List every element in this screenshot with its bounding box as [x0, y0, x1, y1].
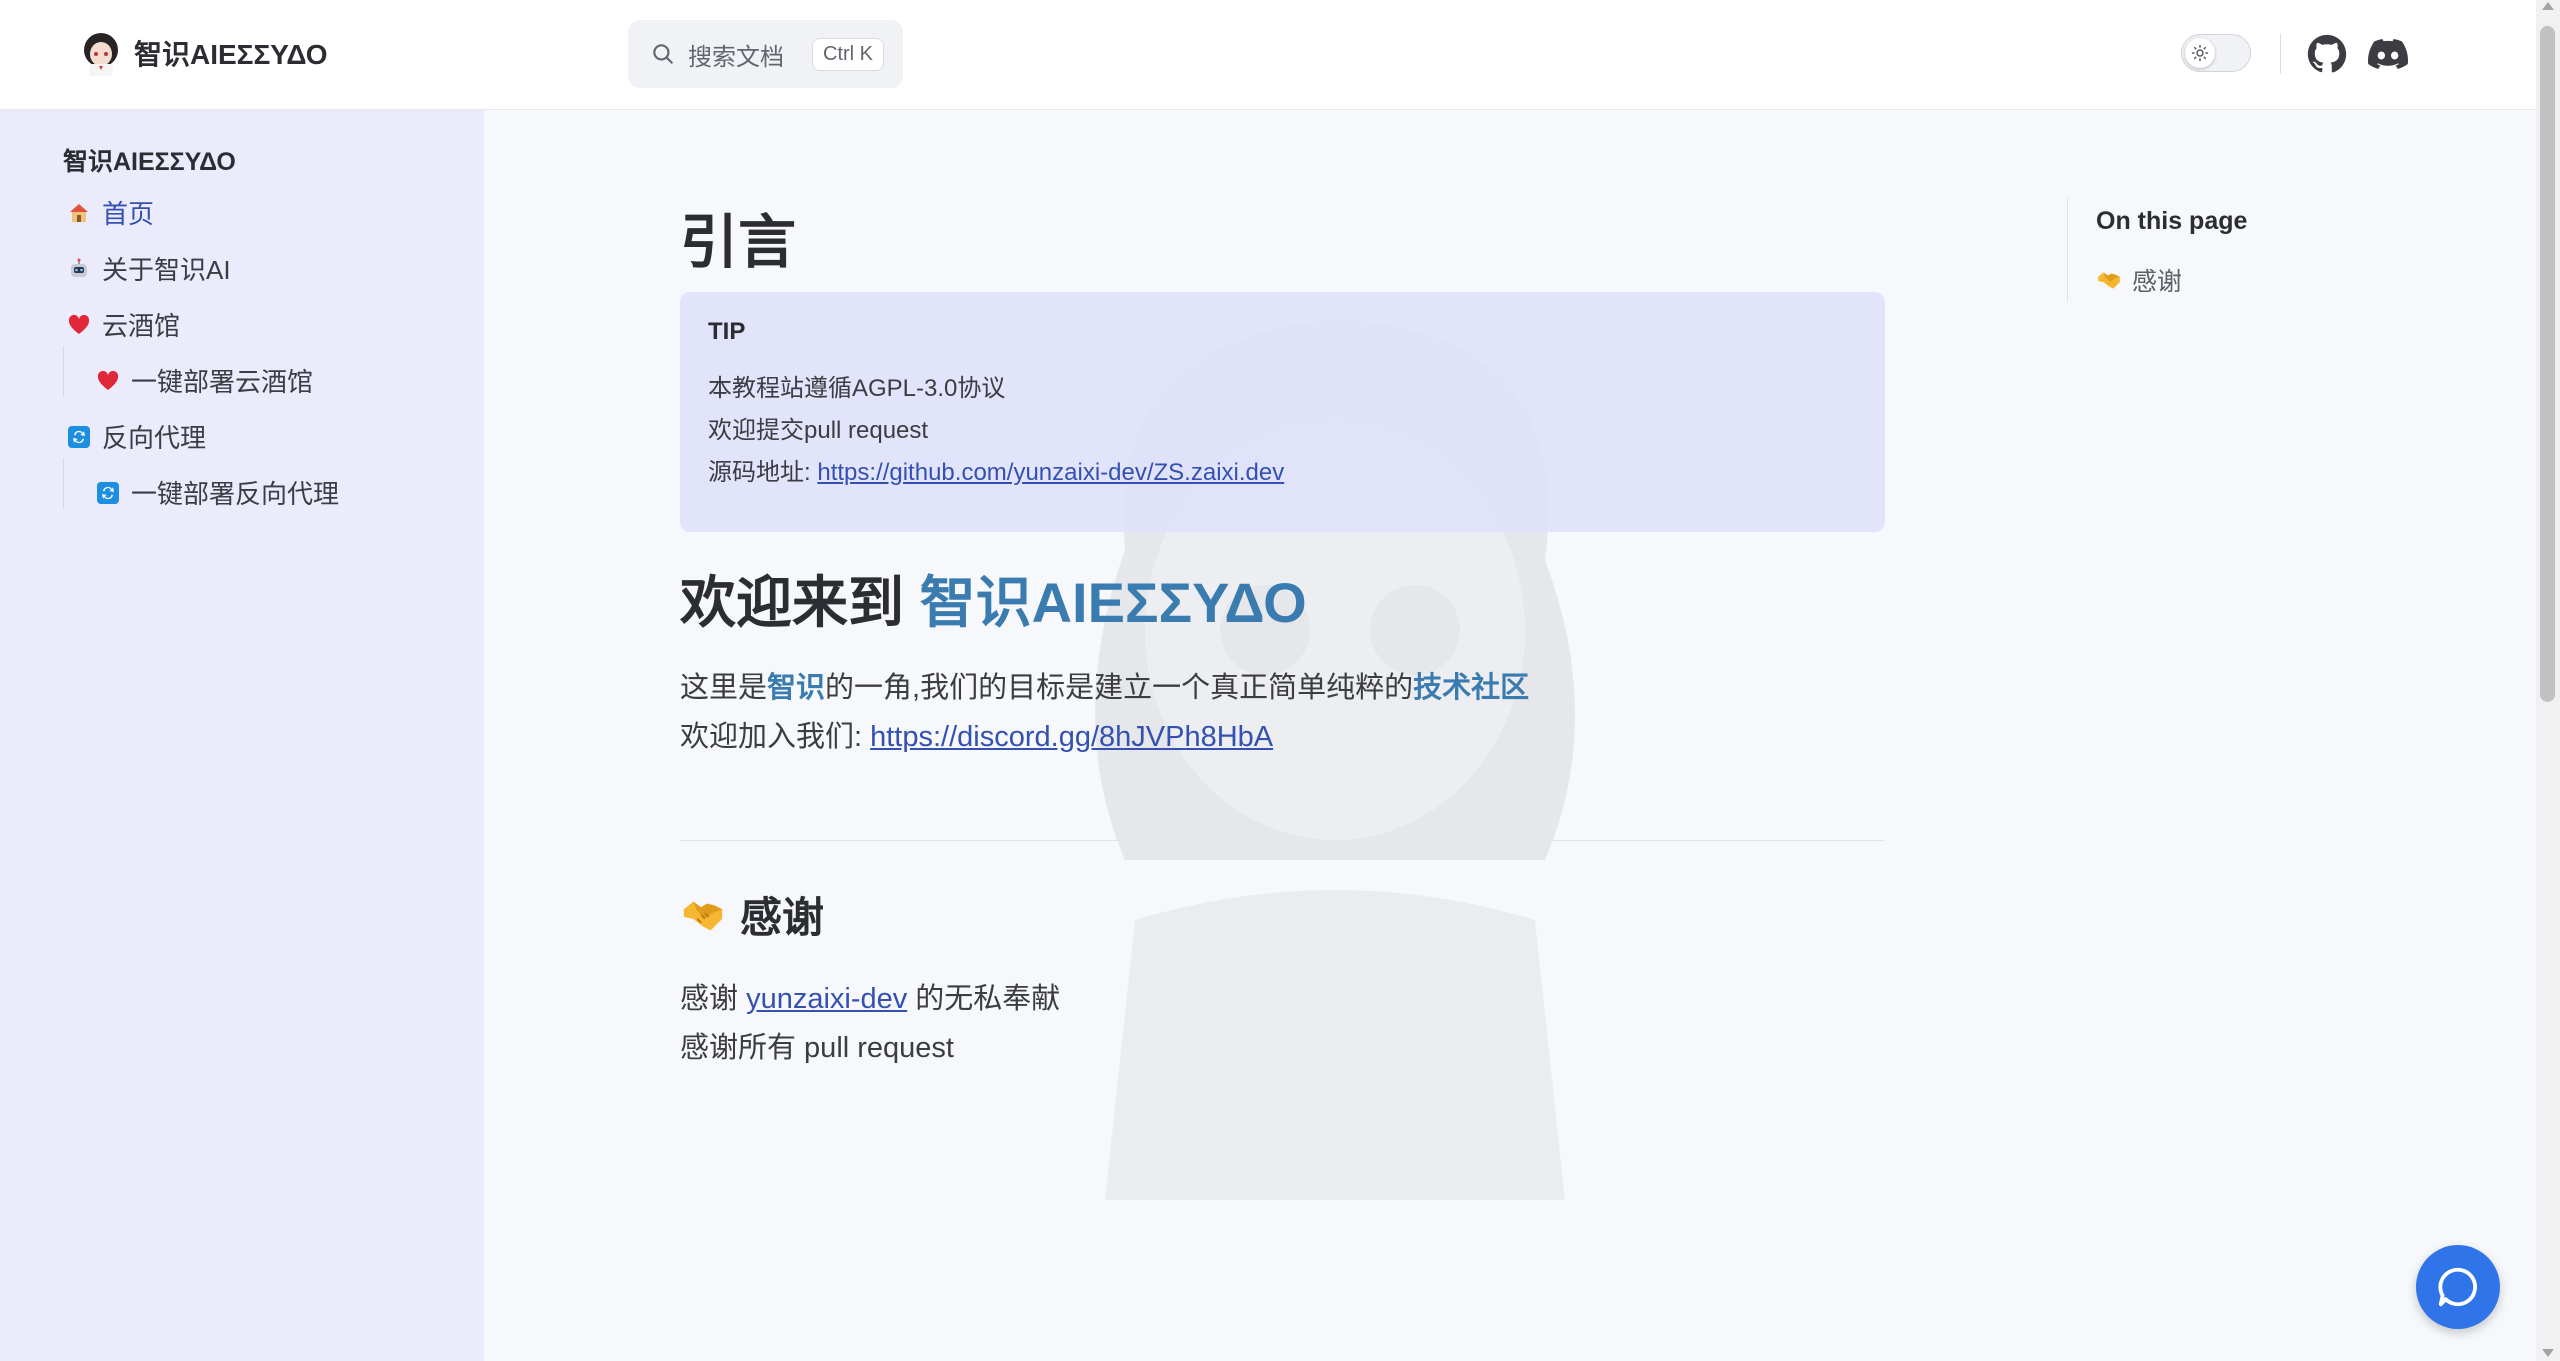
outline-item-thanks[interactable]: 感谢 — [2096, 262, 2182, 298]
search-shortcut-badge: Ctrl K — [812, 37, 884, 71]
thanks-heading-text: 感谢 — [740, 894, 825, 941]
join-label: 欢迎加入我们: — [680, 721, 871, 753]
search-button[interactable]: 搜索文档 Ctrl K — [628, 20, 903, 88]
handshake-icon — [2098, 272, 2120, 289]
search-placeholder: 搜索文档 — [688, 43, 784, 71]
thanks-suffix: 的无私奉献 — [907, 983, 1061, 1015]
sidebar-nest-indicator — [63, 458, 64, 508]
join-paragraph: 欢迎加入我们: https://discord.gg/8hJVPh8HbA — [680, 713, 1273, 755]
sidebar-item-home[interactable]: 首页 — [66, 194, 154, 231]
sidebar-item-reverse-proxy[interactable]: 反向代理 — [66, 418, 206, 455]
sidebar-item-label: 一键部署反向代理 — [131, 479, 340, 509]
tip-license-text: 本教程站遵循AGPL-3.0协议 — [708, 375, 1006, 402]
page-scrollbar[interactable] — [2536, 0, 2560, 1361]
scroll-down-arrow[interactable] — [2542, 1349, 2554, 1357]
source-repo-link[interactable]: https://github.com/yunzaixi-dev/ZS.zaixi… — [817, 459, 1284, 486]
outline-title: On this page — [2096, 207, 2248, 235]
sidebar-item-label: 关于智识AI — [102, 255, 231, 285]
theme-toggle-knob — [2185, 38, 2215, 68]
site-brand-link[interactable]: 智识AIΕΣΣΥΔΟ — [80, 30, 328, 76]
intro-text-1: 这里是 — [680, 672, 768, 704]
sidebar-item-cloud-tavern[interactable]: 云酒馆 — [66, 306, 180, 343]
tip-label: TIP — [708, 318, 746, 345]
chat-button[interactable] — [2416, 1245, 2500, 1329]
thanks-heading: 感谢 — [680, 884, 824, 945]
sidebar-item-deploy-cloud-tavern[interactable]: 一键部署云酒馆 — [95, 362, 313, 399]
welcome-site-name: 智识AIΕΣΣΥΔΟ — [919, 571, 1307, 634]
outline-item-label: 感谢 — [2132, 268, 2183, 296]
intro-text-2: 的一角,我们的目标是建立一个真正简单纯粹的 — [825, 672, 1414, 704]
house-icon — [66, 200, 92, 226]
sidebar-group-title: 智识AIΕΣΣΥΔΟ — [63, 148, 236, 176]
avatar-logo-icon — [84, 33, 118, 76]
discord-invite-link[interactable]: https://discord.gg/8hJVPh8HbA — [870, 721, 1273, 753]
sidebar-nest-indicator — [63, 346, 64, 396]
sun-icon — [2191, 44, 2209, 62]
page-title: 引言 — [680, 210, 797, 275]
tip-source-label: 源码地址: — [708, 459, 818, 486]
welcome-prefix: 欢迎来到 — [680, 571, 920, 634]
chat-bubble-icon — [2438, 1267, 2478, 1307]
top-navbar: 智识AIΕΣΣΥΔΟ 搜索文档 Ctrl K — [0, 0, 2536, 110]
repeat-icon — [95, 480, 121, 506]
sidebar-item-deploy-reverse-proxy[interactable]: 一键部署反向代理 — [95, 474, 339, 511]
intro-highlight-2: 技术社区 — [1413, 672, 1530, 704]
handshake-icon — [683, 901, 723, 930]
sidebar-nav: 智识AIΕΣΣΥΔΟ 首页 关于智识AI 云酒馆 一键部署云酒馆 反向代理 一键… — [0, 110, 484, 1361]
navbar-divider — [2280, 34, 2281, 74]
github-icon[interactable] — [2307, 34, 2347, 74]
intro-highlight-1: 智识 — [767, 672, 826, 704]
discord-icon[interactable] — [2367, 34, 2409, 74]
robot-icon — [66, 256, 92, 282]
search-icon — [653, 44, 673, 64]
repeat-icon — [66, 424, 92, 450]
thanks-line-1: 感谢 yunzaixi-dev 的无私奉献 — [680, 975, 1060, 1017]
site-title: 智识AIΕΣΣΥΔΟ — [134, 39, 328, 70]
thanks-line-2: 感谢所有 pull request — [680, 1032, 954, 1064]
scroll-up-arrow[interactable] — [2542, 2, 2554, 10]
sidebar-item-label: 首页 — [102, 199, 155, 229]
section-divider — [680, 840, 1885, 841]
heart-icon — [95, 368, 121, 394]
welcome-heading: 欢迎来到 智识AIΕΣΣΥΔΟ — [680, 558, 1307, 639]
thanks-prefix: 感谢 — [680, 983, 747, 1015]
author-link[interactable]: yunzaixi-dev — [746, 983, 907, 1015]
scroll-thumb[interactable] — [2540, 26, 2555, 702]
heart-icon — [66, 312, 92, 338]
theme-toggle-switch[interactable] — [2181, 34, 2251, 72]
sidebar-item-about[interactable]: 关于智识AI — [66, 250, 231, 287]
sidebar-item-label: 云酒馆 — [102, 311, 181, 341]
tip-source-line: 源码地址: https://github.com/yunzaixi-dev/ZS… — [708, 452, 1857, 494]
sidebar-item-label: 反向代理 — [102, 423, 207, 453]
tip-callout: TIP 本教程站遵循AGPL-3.0协议 欢迎提交pull request 源码… — [680, 292, 1885, 532]
sidebar-item-label: 一键部署云酒馆 — [131, 367, 314, 397]
intro-paragraph: 这里是智识的一角,我们的目标是建立一个真正简单纯粹的技术社区 — [680, 664, 1529, 706]
outline-rule — [2067, 198, 2068, 302]
tip-pr-text: 欢迎提交pull request — [708, 417, 929, 444]
